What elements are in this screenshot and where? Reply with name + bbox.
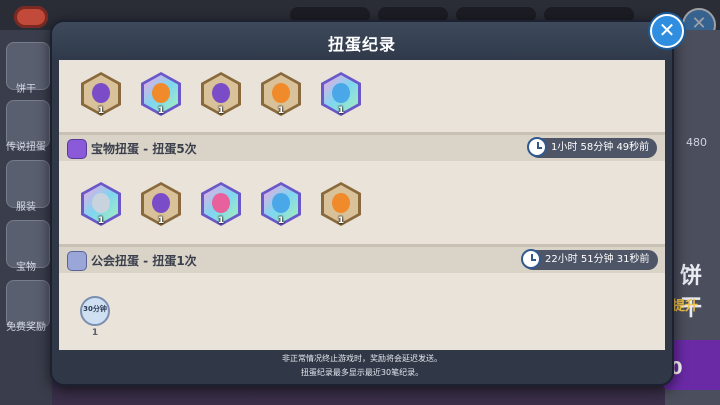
item-count: 1 — [97, 216, 105, 226]
item-art — [212, 193, 230, 213]
timestamp-text: 1小时 58分钟 49秒前 — [551, 142, 650, 153]
item-art — [92, 83, 110, 103]
footer-note: 扭蛋纪录最多显示最近30笔纪录。 — [300, 368, 424, 377]
right-counter: 480 — [686, 136, 707, 149]
modal-title: 扭蛋纪录 — [327, 35, 396, 54]
section-header-treasure: 宝物扭蛋 - 扭蛋5次 1小时 58分钟 49秒前 — [59, 135, 665, 161]
item-art — [92, 193, 110, 213]
close-button[interactable]: ✕ — [650, 14, 684, 48]
item-count: 1 — [217, 216, 225, 226]
timestamp-badge: 22小时 51分钟 31秒前 — [521, 249, 658, 270]
history-list[interactable]: 1 1 1 1 1 宝物扭蛋 - 扭蛋5次 1小时 58分钟 49秒前 1 1 1 1 1 公会… — [59, 60, 665, 350]
item-art — [332, 193, 350, 213]
item-count: 1 — [277, 106, 285, 116]
left-tab-rail: 饼干 传说扭蛋 服装 宝物 免费奖励 — [0, 30, 52, 405]
item-count: 1 — [337, 106, 345, 116]
item-art — [152, 83, 170, 103]
section-title: 公会扭蛋 - 扭蛋1次 — [91, 254, 197, 268]
tab-label: 服装 — [16, 202, 36, 213]
tab-label: 免费奖励 — [6, 322, 46, 333]
section-title: 宝物扭蛋 - 扭蛋5次 — [91, 142, 197, 156]
cookie-costume-icon: 1 — [141, 72, 181, 120]
item-art — [272, 193, 290, 213]
badge-text: 30分钟 — [83, 305, 107, 313]
game-logo-icon — [14, 6, 48, 28]
item-art — [332, 83, 350, 103]
pink-flamingo-treasure-icon: 1 — [201, 182, 241, 230]
item-count: 1 — [337, 216, 345, 226]
item-art — [212, 83, 230, 103]
gacha-history-modal: 扭蛋纪录 ✕ 1 1 1 1 1 宝物扭蛋 - 扭蛋5次 1小时 58分钟 49秒前 1… — [50, 14, 684, 386]
tab-label: 宝物 — [16, 262, 36, 273]
reward-row: 1 1 1 1 1 — [59, 178, 665, 238]
purple-swirl-candy-icon: 1 — [81, 72, 121, 120]
item-count: 1 — [91, 328, 99, 338]
modal-footer: 非正常情况终止游戏时，奖励将会延迟发送。 扭蛋纪录最多显示最近30笔纪录。 — [52, 352, 672, 380]
section-header-guild: 公会扭蛋 - 扭蛋1次 22小时 51分钟 31秒前 — [59, 247, 665, 273]
clock-icon — [521, 249, 541, 269]
crystal-orb-treasure-icon: 1 — [261, 182, 301, 230]
right-subtitle: 提升 — [672, 299, 699, 314]
reward-row: 1 1 1 1 1 — [59, 68, 665, 128]
orange-potion-bottle-icon: 1 — [261, 72, 301, 120]
purple-swirl-candy-icon: 1 — [141, 182, 181, 230]
timestamp-badge: 1小时 58分钟 49秒前 — [527, 137, 658, 158]
guild-capsule-icon — [67, 251, 87, 271]
footer-note: 非正常情况终止游戏时，奖励将会延迟发送。 — [282, 354, 442, 363]
timestamp-text: 22小时 51分钟 31秒前 — [545, 254, 650, 265]
orange-potion-bottle-icon: 1 — [321, 182, 361, 230]
tab-label: 传说扭蛋 — [6, 142, 46, 153]
item-count: 1 — [97, 106, 105, 116]
modal-header: 扭蛋纪录 — [52, 22, 672, 60]
treasure-trinket-icon: 1 — [321, 72, 361, 120]
item-count: 1 — [157, 216, 165, 226]
silver-ghost-treasure-icon: 1 — [81, 182, 121, 230]
item-count: 1 — [277, 216, 285, 226]
item-art — [152, 193, 170, 213]
item-art — [272, 83, 290, 103]
tab-label: 饼干 — [16, 84, 36, 95]
time-boost-badge-icon: 30分钟 1 — [75, 294, 115, 342]
reward-row: 30分钟 1 — [59, 288, 665, 348]
clock-icon — [527, 137, 547, 157]
purple-swirl-candy-icon: 1 — [201, 72, 241, 120]
treasure-capsule-icon — [67, 139, 87, 159]
item-count: 1 — [157, 106, 165, 116]
item-count: 1 — [217, 106, 225, 116]
